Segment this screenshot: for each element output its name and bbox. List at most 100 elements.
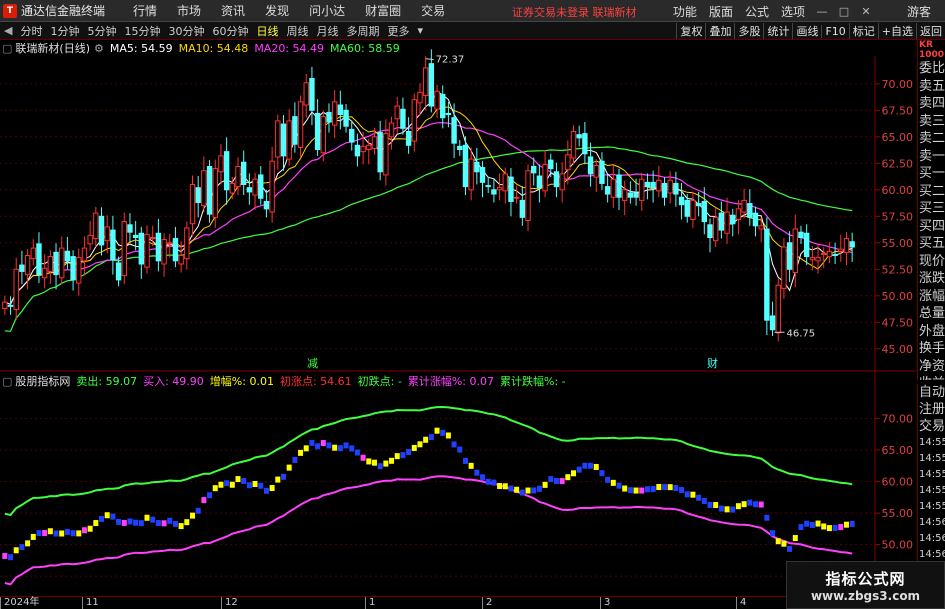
minimize-icon[interactable]: — <box>811 1 833 21</box>
indicator-block <box>252 480 258 487</box>
candle-body <box>440 93 446 119</box>
reduce-marker: 减 <box>307 357 318 370</box>
period-tab-5min[interactable]: 5分钟 <box>83 23 120 39</box>
candle-body <box>599 160 605 184</box>
candle-body <box>565 154 571 171</box>
indicator-block <box>548 476 554 483</box>
finance-marker: 财 <box>707 356 718 370</box>
close-icon[interactable]: ✕ <box>855 1 877 21</box>
menu-layout[interactable]: 版面 <box>703 3 739 20</box>
candle-body <box>104 226 110 242</box>
adjust-button[interactable]: 复权 <box>676 23 705 39</box>
side-trade[interactable]: 交易 <box>918 418 945 435</box>
tick-time: 14:56 <box>919 517 945 528</box>
period-tab-monthly[interactable]: 月线 <box>312 23 342 39</box>
candle-body <box>536 175 543 189</box>
candle-body <box>610 178 617 198</box>
candle-body <box>849 241 855 248</box>
candle-body <box>19 264 25 272</box>
ma60-line <box>4 146 853 332</box>
quote-label: 委比 <box>919 61 945 76</box>
settings-icon[interactable]: ⚙ <box>94 42 104 55</box>
indicator-block <box>99 515 105 522</box>
indicator-block <box>832 524 838 531</box>
candle-body <box>758 225 764 230</box>
panel-toggle-icon[interactable]: ▢ <box>2 42 12 55</box>
return-button[interactable]: 返回 <box>916 23 945 39</box>
f10-button[interactable]: F10 <box>821 24 848 38</box>
more-dropdown-icon[interactable]: ▾ <box>413 24 427 37</box>
indicator-block <box>792 535 798 542</box>
indicator-block <box>201 497 207 504</box>
indicator-block <box>241 477 247 484</box>
menu-item-market[interactable]: 市场 <box>167 2 211 19</box>
period-tab-more[interactable]: 更多 <box>383 23 413 39</box>
menu-item-wealth[interactable]: 财富圈 <box>355 2 411 19</box>
mark-button[interactable]: 标记 <box>848 23 878 39</box>
candle-body <box>343 109 349 127</box>
guest-button[interactable]: 游客 <box>901 3 937 20</box>
panel-toggle-icon[interactable]: ▢ <box>2 375 12 388</box>
period-tab-weekly[interactable]: 周线 <box>282 23 312 39</box>
period-tab-1min[interactable]: 1分钟 <box>46 23 83 39</box>
candle-body <box>644 181 651 188</box>
period-tab-60min[interactable]: 60分钟 <box>208 23 252 39</box>
indicator-block <box>360 454 366 461</box>
overlay-button[interactable]: 叠加 <box>705 23 734 39</box>
period-tab-30min[interactable]: 30分钟 <box>164 23 208 39</box>
period-toolbar: ◀ 分时 1分钟 5分钟 15分钟 30分钟 60分钟 日线 周线 月线 多周期… <box>0 22 945 40</box>
menu-item-quotes[interactable]: 行情 <box>123 2 167 19</box>
indicator-name[interactable]: 股朋指标网 <box>15 373 70 389</box>
draw-line-button[interactable]: 画线 <box>792 23 821 39</box>
maximize-icon[interactable]: □ <box>833 1 855 21</box>
menu-item-ask[interactable]: 问小达 <box>299 2 355 19</box>
side-auto[interactable]: 自动 <box>918 384 945 401</box>
menu-function[interactable]: 功能 <box>667 3 703 20</box>
menu-options[interactable]: 选项 <box>775 3 811 20</box>
menu-formula[interactable]: 公式 <box>739 3 775 20</box>
indicator-block <box>747 499 753 506</box>
indicator-block <box>76 530 82 537</box>
indicator-block <box>167 517 173 524</box>
login-status[interactable]: 证券交易未登录 联瑞新材 <box>512 4 637 20</box>
candle-body <box>428 63 435 107</box>
indicator-block <box>190 512 196 519</box>
indicator-block <box>224 480 230 487</box>
period-tab-timeshare[interactable]: 分时 <box>16 23 46 39</box>
indicator-block <box>826 525 832 532</box>
indicator-block <box>2 552 8 559</box>
candle-body <box>815 257 821 262</box>
price-chart[interactable]: 70.00 67.50 65.00 62.50 60.00 57.50 55.00 52.50… <box>0 40 917 596</box>
candle-body <box>616 174 622 198</box>
menu-item-discover[interactable]: 发现 <box>255 2 299 19</box>
period-tab-15min[interactable]: 15分钟 <box>120 23 164 39</box>
candle-body <box>59 247 65 279</box>
back-icon[interactable]: ◀ <box>0 24 16 37</box>
candle-body <box>206 165 213 215</box>
stats-button[interactable]: 统计 <box>763 23 792 39</box>
candle-body <box>798 231 804 238</box>
indicator-block <box>582 462 588 469</box>
menu-item-news[interactable]: 资讯 <box>211 2 255 19</box>
candle-body <box>752 212 759 227</box>
candle-body <box>53 251 59 276</box>
multi-stock-button[interactable]: 多股 <box>734 23 763 39</box>
candle-body <box>417 91 423 104</box>
candle-body <box>30 247 36 260</box>
indicator-block <box>787 545 793 552</box>
menu-item-trade[interactable]: 交易 <box>411 2 455 19</box>
indicator-block <box>536 485 542 492</box>
indicator-block <box>42 530 48 537</box>
indicator-block <box>47 528 53 535</box>
candle-body <box>309 78 315 111</box>
indicator-block <box>770 530 776 537</box>
indicator-block <box>781 540 787 547</box>
candle-body <box>479 167 486 183</box>
indicator-block <box>588 462 594 469</box>
indicator-block <box>286 464 292 471</box>
period-tab-multi[interactable]: 多周期 <box>342 23 383 39</box>
side-register[interactable]: 注册 <box>918 401 945 418</box>
period-tab-daily[interactable]: 日线 <box>252 23 282 39</box>
add-watchlist-button[interactable]: +自选 <box>877 23 916 39</box>
candle-body <box>229 182 236 194</box>
